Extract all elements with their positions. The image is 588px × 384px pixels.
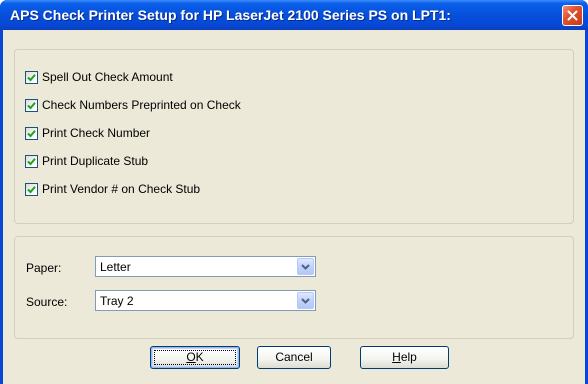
option-print-check-number[interactable]: Print Check Number: [25, 125, 150, 141]
dialog-window: APS Check Printer Setup for HP LaserJet …: [0, 0, 588, 384]
option-label: Print Check Number: [42, 126, 151, 140]
checkmark-icon: [27, 185, 36, 193]
checkbox[interactable]: [25, 70, 38, 84]
option-print-vendor-on-stub[interactable]: Print Vendor # on Check Stub: [25, 181, 200, 197]
option-label: Print Duplicate Stub: [42, 154, 149, 168]
checkbox[interactable]: [25, 98, 38, 112]
option-print-duplicate-stub[interactable]: Print Duplicate Stub: [25, 153, 148, 169]
option-label: Print Vendor # on Check Stub: [42, 182, 201, 196]
help-button-label: Help: [392, 350, 417, 364]
focus-rectangle: [154, 350, 236, 365]
dialog-client-area: Spell Out Check Amount Check Numbers Pre…: [3, 30, 585, 384]
window-title: APS Check Printer Setup for HP LaserJet …: [10, 7, 451, 23]
cancel-button-label: Cancel: [275, 350, 313, 364]
option-spell-out-check-amount[interactable]: Spell Out Check Amount: [25, 69, 173, 85]
checkbox[interactable]: [25, 182, 38, 196]
source-dropdown-button[interactable]: [297, 292, 314, 309]
checkmark-icon: [27, 157, 36, 165]
checkmark-icon: [27, 101, 36, 109]
cancel-button[interactable]: Cancel: [257, 346, 331, 369]
title-bar[interactable]: APS Check Printer Setup for HP LaserJet …: [0, 0, 588, 30]
paper-select[interactable]: Letter: [95, 256, 316, 277]
checkmark-icon: [27, 129, 36, 137]
checkmark-icon: [27, 73, 36, 81]
chevron-down-icon: [301, 297, 310, 304]
paper-source-group: Paper: Letter Source: Tray 2: [14, 236, 574, 339]
option-label: Spell Out Check Amount: [42, 70, 173, 84]
source-value: Tray 2: [100, 294, 134, 308]
source-select[interactable]: Tray 2: [95, 290, 316, 311]
paper-label: Paper:: [26, 261, 62, 275]
source-label: Source:: [26, 295, 68, 309]
close-button[interactable]: [562, 5, 583, 26]
help-button[interactable]: Help: [360, 346, 449, 369]
checkbox[interactable]: [25, 154, 38, 168]
ok-button[interactable]: OK: [150, 346, 240, 369]
close-icon: [567, 10, 578, 21]
option-label: Check Numbers Preprinted on Check: [42, 98, 241, 112]
paper-value: Letter: [100, 260, 131, 274]
options-group: Spell Out Check Amount Check Numbers Pre…: [14, 49, 574, 224]
checkbox[interactable]: [25, 126, 38, 140]
paper-dropdown-button[interactable]: [297, 258, 314, 275]
option-check-numbers-preprinted[interactable]: Check Numbers Preprinted on Check: [25, 97, 241, 113]
chevron-down-icon: [301, 263, 310, 270]
